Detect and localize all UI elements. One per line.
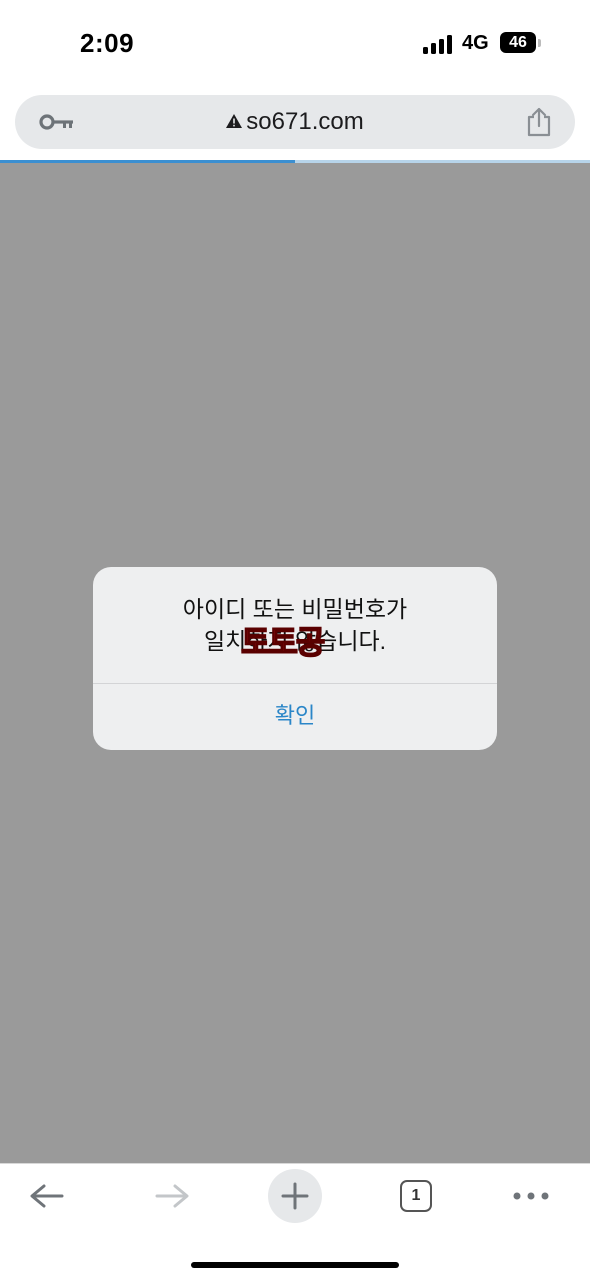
share-icon[interactable] bbox=[525, 107, 553, 137]
tab-switcher-button[interactable]: 1 bbox=[400, 1180, 432, 1212]
more-dots-icon[interactable] bbox=[503, 1168, 559, 1224]
url-display[interactable]: so671.com bbox=[15, 95, 575, 149]
battery-icon: 46 bbox=[500, 32, 536, 53]
url-text: so671.com bbox=[246, 108, 364, 135]
address-bar[interactable]: so671.com bbox=[15, 95, 575, 149]
network-type: 4G bbox=[462, 32, 489, 54]
alert-dialog: 아이디 또는 비밀번호가 일치하지 않습니다. 토토공 확인 bbox=[93, 567, 497, 750]
status-time: 2:09 bbox=[80, 28, 135, 58]
back-arrow-icon[interactable] bbox=[20, 1176, 76, 1232]
plus-icon bbox=[281, 1182, 309, 1210]
status-bar: 2:09 4G 46 bbox=[0, 0, 590, 88]
home-indicator bbox=[191, 1262, 399, 1268]
warning-icon bbox=[226, 113, 243, 128]
forward-arrow-icon[interactable] bbox=[143, 1176, 199, 1232]
confirm-button[interactable]: 확인 bbox=[93, 684, 497, 750]
battery-tip bbox=[538, 39, 541, 47]
signal-strength-icon bbox=[423, 34, 453, 54]
watermark-logo: 토토공 bbox=[240, 623, 326, 661]
new-tab-button[interactable] bbox=[268, 1169, 322, 1223]
